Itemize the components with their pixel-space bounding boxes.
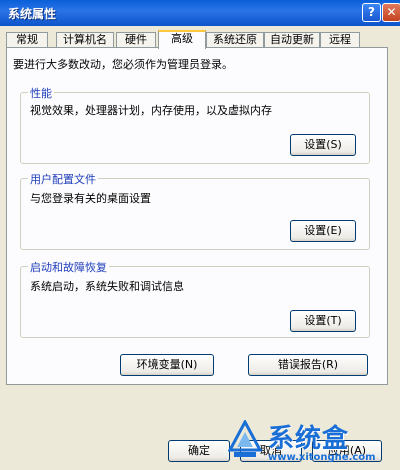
admin-notice: 要进行大多数改动，您必须作为管理员登录。 [13, 58, 233, 71]
tab-advanced[interactable]: 高级 [158, 30, 206, 49]
watermark-brand: 系统盒 [268, 424, 350, 454]
performance-description: 视觉效果，处理器计划，内存使用，以及虚拟内存 [30, 104, 272, 117]
question-mark-icon: ? [368, 5, 375, 19]
startup-recovery-settings-button[interactable]: 设置(T) [290, 310, 356, 332]
startup-recovery-description: 系统启动，系统失败和调试信息 [30, 280, 184, 293]
error-reporting-button[interactable]: 错误报告(R) [248, 354, 368, 376]
tab-general[interactable]: 常规 [6, 32, 48, 48]
tab-system-restore[interactable]: 系统还原 [206, 32, 264, 48]
tab-computer-name[interactable]: 计算机名 [56, 32, 114, 48]
performance-group-title: 性能 [28, 85, 54, 101]
window-title: 系统属性 [8, 7, 57, 21]
startup-recovery-group-title: 启动和故障恢复 [28, 259, 109, 275]
close-button[interactable]: ✕ [382, 3, 400, 22]
ok-button[interactable]: 确定 [168, 440, 230, 462]
performance-settings-button[interactable]: 设置(S) [290, 134, 356, 156]
tab-remote[interactable]: 远程 [320, 32, 360, 48]
user-profiles-settings-button[interactable]: 设置(E) [290, 220, 356, 242]
user-profiles-description: 与您登录有关的桌面设置 [30, 192, 151, 205]
close-icon: ✕ [386, 5, 397, 19]
watermark-logo-icon [228, 420, 262, 457]
title-bar[interactable]: 系统属性 ? ✕ [0, 0, 400, 26]
user-profiles-group-title: 用户配置文件 [28, 171, 98, 187]
system-properties-window: 系统属性 ? ✕ 常规 计算机名 硬件 高级 系统还原 自动更新 远程 要进行大… [0, 0, 400, 470]
environment-variables-button[interactable]: 环境变量(N) [120, 354, 214, 376]
watermark-url: www.xitonghe.com [268, 452, 376, 463]
tab-automatic-updates[interactable]: 自动更新 [264, 32, 320, 48]
help-button[interactable]: ? [362, 3, 381, 22]
tab-hardware[interactable]: 硬件 [116, 32, 156, 48]
